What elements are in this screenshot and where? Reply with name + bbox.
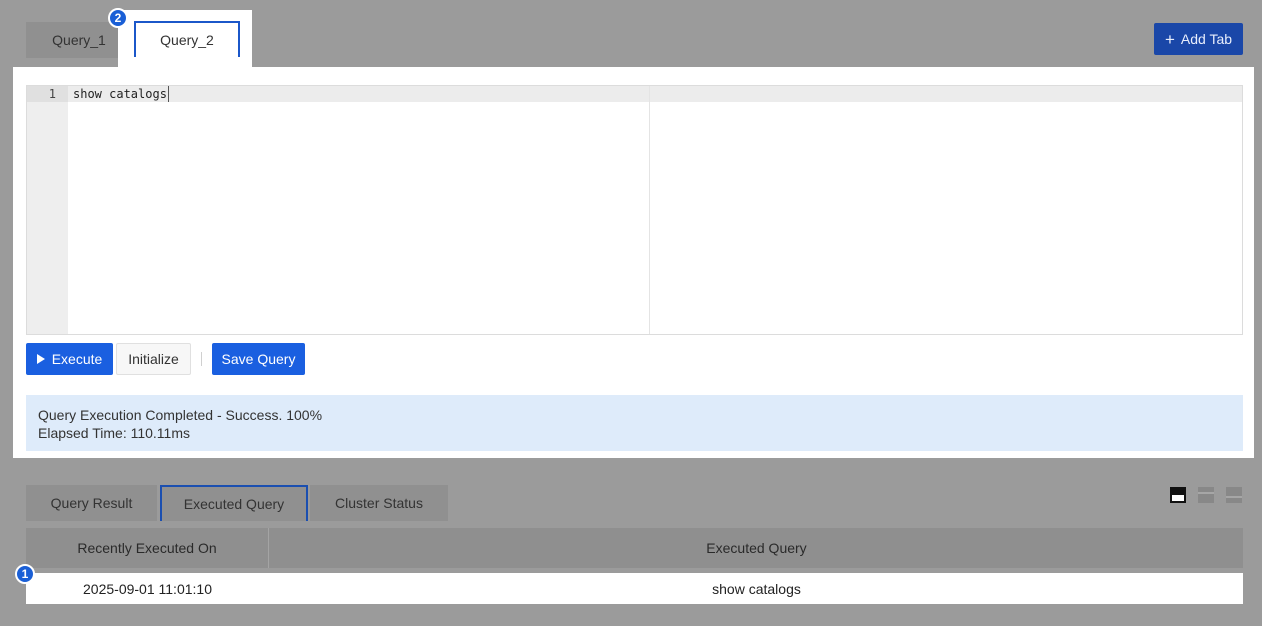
tab-label: Query_2 [160, 32, 214, 48]
tab-label: Query Result [50, 495, 133, 511]
cell-executed-query: show catalogs [712, 580, 801, 597]
layout-top-icon[interactable] [1170, 487, 1186, 503]
table-header: Recently Executed On Executed Query [26, 528, 1243, 568]
execution-status: Query Execution Completed - Success. 100… [26, 395, 1243, 451]
active-line-highlight [68, 86, 1242, 102]
layout-middle-icon[interactable] [1198, 487, 1214, 503]
layout-bottom-icon[interactable] [1226, 487, 1242, 503]
tab-label: Cluster Status [335, 495, 423, 511]
add-tab-label: Add Tab [1180, 31, 1233, 47]
initialize-label: Initialize [128, 351, 179, 367]
sql-editor[interactable]: 1 show catalogs [26, 85, 1243, 335]
tab-executed-query[interactable]: Executed Query [160, 485, 308, 521]
column-header-executed-query[interactable]: Executed Query [270, 528, 1243, 568]
line-gutter [27, 86, 68, 334]
status-line-2: Elapsed Time: 110.11ms [38, 425, 191, 441]
editor-panel: 1 show catalogs Execute Initialize Save … [13, 67, 1254, 458]
tab-query-result[interactable]: Query Result [26, 485, 157, 521]
line-number: 1 [27, 86, 68, 102]
status-line-1: Query Execution Completed - Success. 100… [38, 407, 323, 423]
cell-executed-on: 2025-09-01 11:01:10 [83, 580, 212, 597]
execute-label: Execute [51, 351, 103, 367]
table-row[interactable]: 2025-09-01 11:01:10 show catalogs [26, 573, 1243, 604]
initialize-button[interactable]: Initialize [116, 343, 191, 375]
executed-query-table: Recently Executed On Executed Query 2025… [26, 528, 1243, 604]
tab-cluster-status[interactable]: Cluster Status [310, 485, 448, 521]
tab-query-2[interactable]: Query_2 [134, 21, 240, 57]
editor-divider [649, 86, 650, 334]
save-label: Save Query [221, 351, 296, 367]
add-tab-button[interactable]: + Add Tab [1154, 23, 1243, 55]
plus-icon: + [1164, 29, 1175, 49]
step-badge-1: 1 [15, 564, 35, 584]
column-header-executed-on[interactable]: Recently Executed On [26, 528, 269, 568]
results-area: Query Result Executed Query Cluster Stat… [0, 463, 1262, 626]
step-badge-2: 2 [108, 8, 128, 28]
play-icon [36, 354, 45, 364]
query-editor-area: Query_1 Query_2 2 + Add Tab 1 show catal… [0, 0, 1262, 460]
tab-label: Query_1 [52, 32, 106, 48]
code-line[interactable]: show catalogs [73, 86, 169, 102]
button-separator [201, 352, 202, 366]
execute-button[interactable]: Execute [26, 343, 113, 375]
tab-label: Executed Query [183, 496, 285, 512]
save-query-button[interactable]: Save Query [212, 343, 305, 375]
